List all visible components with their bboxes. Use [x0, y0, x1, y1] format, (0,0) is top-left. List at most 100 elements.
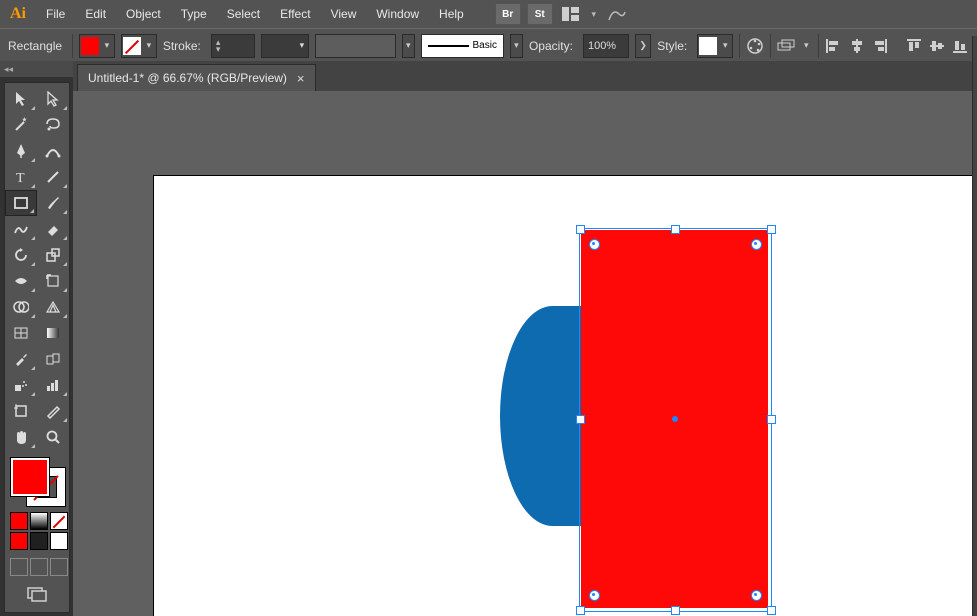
shaper-tool[interactable] [5, 216, 37, 242]
align-left-button[interactable] [825, 35, 842, 57]
artboard-tool[interactable] [5, 398, 37, 424]
curvature-tool[interactable] [37, 138, 69, 164]
menu-effect[interactable]: Effect [270, 0, 320, 28]
menu-window[interactable]: Window [366, 0, 429, 28]
symbol-sprayer-tool[interactable] [5, 372, 37, 398]
recolor-artwork-button[interactable] [746, 35, 764, 57]
menu-help[interactable]: Help [429, 0, 474, 28]
free-transform-tool[interactable] [37, 268, 69, 294]
rectangle-tool[interactable] [5, 190, 37, 216]
style-swatch[interactable]: ▾ [697, 34, 733, 58]
menu-select[interactable]: Select [217, 0, 270, 28]
corner-widget-br[interactable] [751, 590, 762, 601]
eraser-tool[interactable] [37, 216, 69, 242]
align-right-button[interactable] [871, 35, 888, 57]
color-mode-solid[interactable] [10, 512, 28, 530]
align-dropdown[interactable]: ▾ [801, 35, 812, 57]
color-mode-gradient[interactable] [30, 512, 48, 530]
align-bottom-button[interactable] [952, 35, 969, 57]
brush-disabled-dropdown[interactable]: ▾ [402, 34, 415, 58]
variable-width-profile[interactable]: ▾ [261, 34, 309, 58]
brush-name: Basic [472, 40, 496, 51]
selection-handle-bl[interactable] [576, 606, 585, 615]
align-top-button[interactable] [905, 35, 922, 57]
fill-dropdown-icon[interactable]: ▾ [100, 35, 114, 57]
fill-swatch [81, 37, 99, 55]
scale-tool[interactable] [37, 242, 69, 268]
slice-tool[interactable] [37, 398, 69, 424]
brush-definition[interactable]: Basic [421, 34, 504, 58]
selection-handle-bc[interactable] [671, 606, 680, 615]
screen-mode-button[interactable] [26, 586, 48, 602]
swatch-3[interactable] [50, 532, 68, 550]
selection-handle-tc[interactable] [671, 225, 680, 234]
draw-inside[interactable] [50, 558, 68, 576]
stock-button[interactable]: St [527, 3, 553, 25]
align-vcenter-button[interactable] [928, 35, 945, 57]
fill-indicator[interactable] [11, 458, 49, 496]
divider [818, 34, 819, 58]
eyedropper-tool[interactable] [5, 346, 37, 372]
align-panel-button[interactable] [777, 35, 795, 57]
fill-swatch-button[interactable]: ▾ [79, 34, 115, 58]
color-mode-none[interactable] [50, 512, 68, 530]
perspective-grid-tool[interactable] [37, 294, 69, 320]
stroke-dropdown-icon[interactable]: ▾ [142, 35, 156, 57]
magic-wand-tool[interactable] [5, 112, 37, 138]
fill-stroke-indicator[interactable] [9, 456, 65, 506]
opacity-label: Opacity: [529, 39, 573, 53]
draw-behind[interactable] [30, 558, 48, 576]
corner-widget-bl[interactable] [589, 590, 600, 601]
draw-normal[interactable] [10, 558, 28, 576]
selection-handle-ml[interactable] [576, 415, 585, 424]
paintbrush-tool[interactable] [37, 190, 69, 216]
document-tab[interactable]: Untitled-1* @ 66.67% (RGB/Preview) × [77, 64, 316, 91]
bridge-button[interactable]: Br [495, 3, 521, 25]
line-segment-tool[interactable] [37, 164, 69, 190]
rotate-tool[interactable] [5, 242, 37, 268]
shape-builder-tool[interactable] [5, 294, 37, 320]
column-graph-tool[interactable] [37, 372, 69, 398]
blend-tool[interactable] [37, 346, 69, 372]
corner-widget-tr[interactable] [751, 239, 762, 250]
selection-handle-tr[interactable] [767, 225, 776, 234]
opacity-dropdown[interactable]: ❯ [635, 34, 651, 58]
brush-dropdown[interactable]: ▾ [510, 34, 523, 58]
pen-tool[interactable] [5, 138, 37, 164]
arrange-documents-button[interactable] [559, 4, 583, 24]
close-tab-icon[interactable]: × [297, 71, 305, 86]
direct-selection-tool[interactable] [37, 86, 69, 112]
selection-handle-br[interactable] [767, 606, 776, 615]
gradient-tool[interactable] [37, 320, 69, 346]
opacity-field[interactable]: 100% [583, 34, 629, 58]
align-hcenter-button[interactable] [848, 35, 865, 57]
menu-file[interactable]: File [36, 0, 75, 28]
zoom-tool[interactable] [37, 424, 69, 450]
swatch-1[interactable] [10, 532, 28, 550]
stroke-swatch-button[interactable]: ▾ [121, 34, 157, 58]
artboard[interactable] [153, 175, 977, 616]
hand-tool[interactable] [5, 424, 37, 450]
stroke-weight-stepper[interactable]: ▴▾ [211, 34, 256, 58]
swatch-2[interactable] [30, 532, 48, 550]
mesh-tool[interactable] [5, 320, 37, 346]
menu-view[interactable]: View [321, 0, 367, 28]
corner-widget-tl[interactable] [589, 239, 600, 250]
lasso-tool[interactable] [37, 112, 69, 138]
width-tool[interactable] [5, 268, 37, 294]
gpu-preview-icon[interactable] [605, 4, 629, 24]
arrange-documents-dropdown[interactable]: ▾ [589, 4, 599, 24]
menu-edit[interactable]: Edit [75, 0, 116, 28]
menu-object[interactable]: Object [116, 0, 171, 28]
canvas-viewport[interactable] [73, 91, 977, 616]
selection-tool[interactable] [5, 86, 37, 112]
toolbox-collapse-strip[interactable]: ◂◂ [0, 61, 77, 78]
selection-handle-mr[interactable] [767, 415, 776, 424]
type-tool[interactable]: T [5, 164, 37, 190]
style-dropdown-icon[interactable]: ▾ [718, 35, 732, 57]
stroke-label: Stroke: [163, 39, 201, 53]
menu-type[interactable]: Type [171, 0, 217, 28]
selection-center-point[interactable] [672, 416, 678, 422]
right-panel-strip[interactable] [972, 36, 977, 616]
selection-handle-tl[interactable] [576, 225, 585, 234]
